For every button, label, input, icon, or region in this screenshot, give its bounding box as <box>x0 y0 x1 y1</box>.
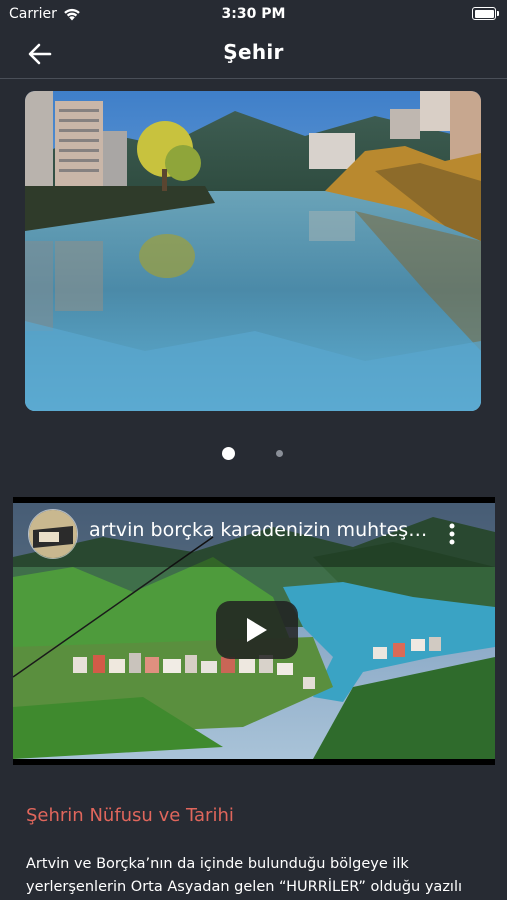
status-bar: Carrier 3:30 PM <box>0 0 507 28</box>
carousel-dot-2[interactable] <box>276 450 283 457</box>
city-history-text: Artvin ve Borçka’nın da içinde bulunduğu… <box>26 856 463 895</box>
page-title: Şehir <box>223 40 284 64</box>
play-button[interactable] <box>216 601 298 659</box>
navigation-bar: Şehir <box>0 28 507 79</box>
channel-avatar[interactable] <box>28 509 78 559</box>
play-icon <box>247 618 267 642</box>
video-title[interactable]: artvin borçka karadenizin muhteşem ilçes… <box>89 519 429 541</box>
section-heading: Şehrin Nüfusu ve Tarihi <box>26 805 234 826</box>
more-options-icon[interactable] <box>449 523 455 545</box>
carousel-dot-1[interactable] <box>222 447 235 460</box>
city-image-carousel[interactable] <box>25 91 481 411</box>
status-time: 3:30 PM <box>221 6 286 22</box>
battery-icon <box>472 7 499 20</box>
city-lake-photo <box>25 91 481 411</box>
youtube-video-player[interactable]: artvin borçka karadenizin muhteşem ilçes… <box>13 497 495 765</box>
carousel-page-indicator <box>0 447 507 461</box>
